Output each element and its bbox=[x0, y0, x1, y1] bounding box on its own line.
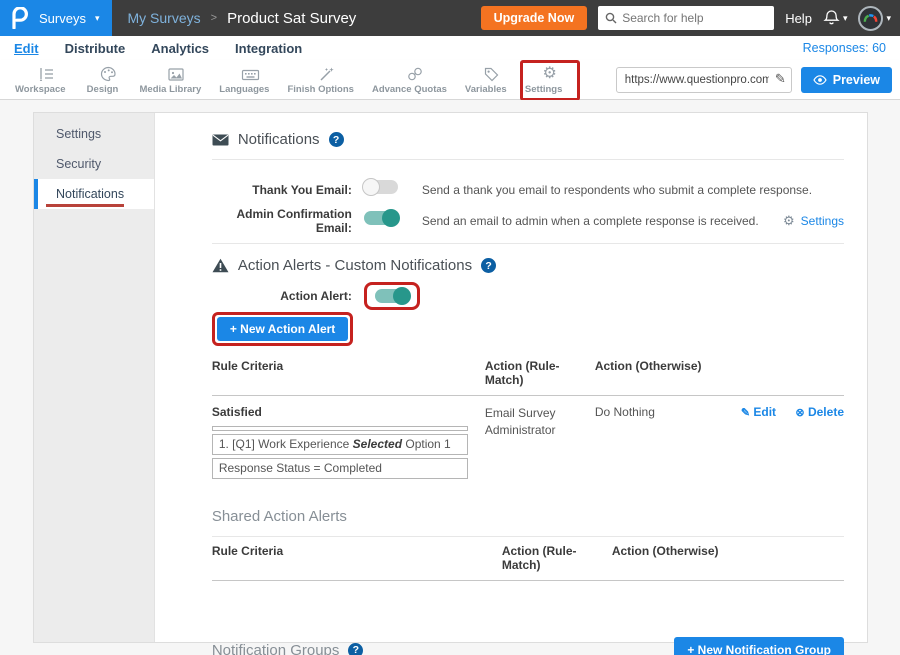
shared-alerts-table-header: Rule Criteria Action (Rule-Match) Action… bbox=[212, 537, 844, 581]
help-link[interactable]: Help bbox=[785, 11, 812, 26]
notifications-bell[interactable]: ▾ bbox=[823, 9, 848, 27]
action-alerts-title: Action Alerts - Custom Notifications bbox=[238, 257, 472, 274]
chevron-down-icon: ▾ bbox=[843, 13, 848, 24]
notification-groups-title: Notification Groups bbox=[212, 642, 340, 655]
breadcrumb-separator: > bbox=[211, 12, 217, 24]
tab-edit[interactable]: Edit bbox=[14, 41, 39, 56]
tag-icon bbox=[483, 65, 500, 82]
sidebar-item-notifications[interactable]: Notifications bbox=[34, 179, 154, 209]
annotation-underline-notifications bbox=[46, 204, 124, 207]
tab-distribute[interactable]: Distribute bbox=[65, 41, 126, 56]
gear-icon: ⚙ bbox=[542, 65, 556, 82]
toolbar-advance-quotas[interactable]: Advance Quotas bbox=[369, 60, 462, 100]
envelope-icon bbox=[212, 134, 229, 146]
search-icon bbox=[605, 12, 617, 24]
action-alert-label: Action Alert: bbox=[212, 289, 364, 303]
settings-sidebar: Settings Security Notifications bbox=[34, 113, 155, 642]
breadcrumb-current: Product Sat Survey bbox=[227, 10, 356, 27]
toolbar-finish-options[interactable]: Finish Options bbox=[284, 60, 369, 100]
page-background: Settings Security Notifications Notifica… bbox=[0, 100, 900, 655]
annotation-box-action-alert-toggle bbox=[364, 282, 420, 310]
criteria-status: Satisfied bbox=[212, 405, 485, 419]
sidebar-item-settings[interactable]: Settings bbox=[34, 119, 154, 149]
action-alerts-table-header: Rule Criteria Action (Rule-Match) Action… bbox=[212, 352, 844, 396]
divider bbox=[212, 159, 844, 160]
edit-url-pencil-icon[interactable]: ✎ bbox=[775, 71, 786, 87]
upgrade-now-button[interactable]: Upgrade Now bbox=[481, 6, 588, 30]
action-otherwise-cell: Do Nothing bbox=[595, 405, 725, 482]
gear-icon: ⚙ bbox=[783, 213, 795, 229]
delete-icon: ⊗ bbox=[795, 407, 804, 419]
palette-icon bbox=[100, 65, 117, 82]
survey-nav: Edit Distribute Analytics Integration Re… bbox=[0, 36, 900, 60]
annotation-box-new-action-alert: + New Action Alert bbox=[212, 312, 353, 346]
divider bbox=[212, 243, 844, 244]
questionpro-logo-icon bbox=[10, 7, 30, 29]
edit-alert-link[interactable]: ✎ Edit bbox=[741, 405, 776, 419]
toolbar-languages[interactable]: Languages bbox=[216, 60, 284, 100]
new-action-alert-button[interactable]: + New Action Alert bbox=[217, 317, 348, 341]
edit-toolbar: Workspace Design Media Library Languages… bbox=[0, 60, 900, 100]
keyboard-icon bbox=[241, 65, 260, 82]
wand-icon bbox=[318, 65, 335, 82]
help-search-input[interactable] bbox=[622, 11, 767, 25]
image-icon bbox=[167, 65, 185, 82]
toolbar-media-library[interactable]: Media Library bbox=[137, 60, 217, 100]
toolbar-design[interactable]: Design bbox=[81, 60, 137, 100]
action-alert-toggle-row: Action Alert: bbox=[212, 282, 844, 310]
admin-confirmation-email-toggle[interactable] bbox=[364, 211, 398, 225]
thank-you-email-row: Thank You Email: Send a thank you email … bbox=[212, 174, 844, 205]
product-menu-label: Surveys bbox=[39, 11, 86, 26]
criteria-box-2: Response Status = Completed bbox=[212, 458, 468, 479]
new-notification-group-button[interactable]: + New Notification Group bbox=[674, 637, 844, 655]
notifications-title: Notifications bbox=[238, 131, 320, 148]
chevron-down-icon: ▾ bbox=[886, 13, 891, 24]
thank-you-email-toggle[interactable] bbox=[364, 180, 398, 194]
sidebar-item-security[interactable]: Security bbox=[34, 149, 154, 179]
thank-you-email-label: Thank You Email: bbox=[212, 183, 364, 197]
action-alerts-help-icon[interactable]: ? bbox=[481, 258, 496, 273]
admin-confirmation-email-row: Admin Confirmation Email: Send an email … bbox=[212, 205, 844, 236]
delete-alert-link[interactable]: ⊗ Delete bbox=[795, 405, 844, 419]
breadcrumb-parent[interactable]: My Surveys bbox=[128, 10, 201, 26]
toolbar-variables[interactable]: Variables bbox=[462, 60, 522, 100]
admin-email-settings-link[interactable]: Settings bbox=[801, 214, 844, 228]
tab-integration[interactable]: Integration bbox=[235, 41, 302, 56]
preview-button[interactable]: Preview bbox=[801, 67, 892, 93]
responses-count[interactable]: Responses: 60 bbox=[803, 41, 886, 55]
tab-analytics[interactable]: Analytics bbox=[151, 41, 209, 56]
admin-confirmation-email-description: Send an email to admin when a complete r… bbox=[422, 214, 844, 228]
shared-alerts-title: Shared Action Alerts bbox=[212, 508, 347, 525]
bell-icon bbox=[823, 9, 840, 27]
criteria-box-1: 1. [Q1] Work Experience Selected Option … bbox=[212, 434, 468, 455]
action-alert-row: Satisfied 1. [Q1] Work Experience Select… bbox=[212, 396, 844, 482]
chain-links-icon bbox=[406, 65, 424, 82]
toolbar-workspace[interactable]: Workspace bbox=[12, 60, 81, 100]
thank-you-email-description: Send a thank you email to respondents wh… bbox=[422, 183, 844, 197]
avatar bbox=[858, 6, 883, 31]
survey-url-input[interactable] bbox=[616, 67, 792, 93]
warning-icon bbox=[212, 258, 229, 273]
eye-icon bbox=[813, 75, 827, 85]
survey-url-field[interactable]: ✎ bbox=[616, 67, 792, 93]
admin-confirmation-email-label: Admin Confirmation Email: bbox=[212, 207, 364, 235]
workspace-icon bbox=[37, 65, 55, 82]
notifications-help-icon[interactable]: ? bbox=[329, 132, 344, 147]
notifications-content: Notifications ? Thank You Email: Send a … bbox=[155, 113, 867, 642]
breadcrumb: My Surveys > Product Sat Survey bbox=[128, 10, 357, 27]
notification-groups-help-icon[interactable]: ? bbox=[348, 643, 363, 655]
top-bar: Surveys ▾ My Surveys > Product Sat Surve… bbox=[0, 0, 900, 36]
product-menu[interactable]: Surveys ▾ bbox=[0, 0, 112, 36]
help-search[interactable] bbox=[598, 6, 774, 30]
account-menu[interactable]: ▾ bbox=[858, 6, 891, 31]
action-rule-match-cell: Email Survey Administrator bbox=[485, 405, 580, 482]
criteria-box-empty bbox=[212, 426, 468, 431]
chevron-down-icon: ▾ bbox=[95, 13, 100, 24]
edit-icon: ✎ bbox=[741, 407, 750, 419]
action-alert-toggle[interactable] bbox=[375, 289, 409, 303]
settings-panel: Settings Security Notifications Notifica… bbox=[33, 112, 868, 643]
toolbar-settings[interactable]: ⚙ Settings bbox=[522, 60, 578, 100]
